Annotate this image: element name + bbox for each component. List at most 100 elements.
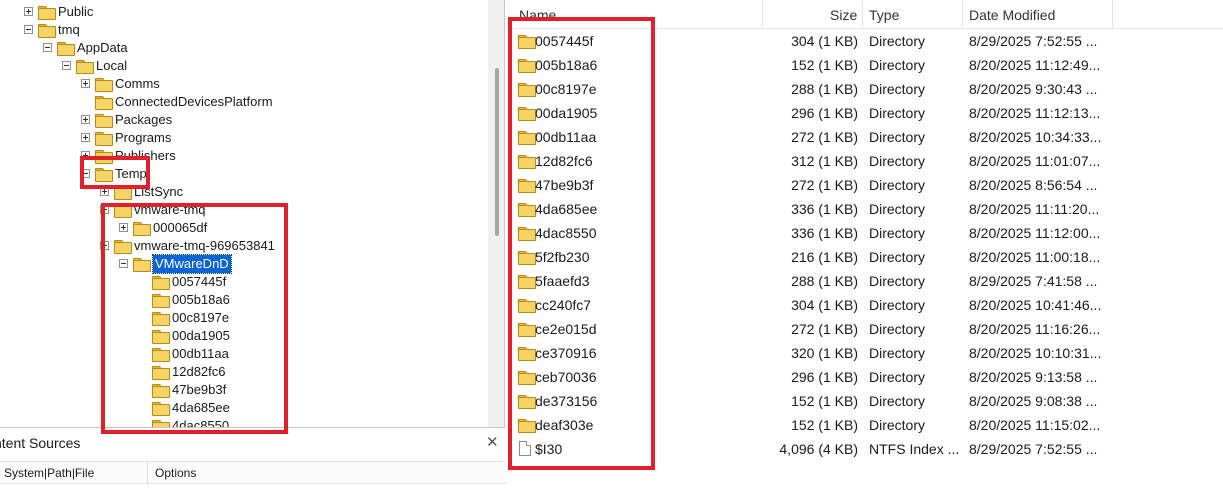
list-item[interactable]: 005b18a6 152 (1 KB) Directory 8/20/2025 11:…: [510, 53, 1223, 77]
tree-item[interactable]: vmware-tmq-969653841: [0, 237, 488, 255]
list-item[interactable]: ce2e015d 272 (1 KB) Directory 8/20/2025 11:…: [510, 317, 1223, 341]
tree-item[interactable]: Packages: [0, 111, 488, 129]
tree-item[interactable]: AppData: [0, 39, 488, 57]
tree-item[interactable]: Local: [0, 57, 488, 75]
tree-item[interactable]: Comms: [0, 75, 488, 93]
collapse-icon[interactable]: [100, 205, 109, 214]
tree-item-label: 00c8197e: [172, 310, 230, 325]
tree-item[interactable]: ListSync: [0, 183, 488, 201]
tree-item[interactable]: 4dac8550: [0, 417, 488, 427]
collapse-icon[interactable]: [62, 61, 71, 70]
column-divider[interactable]: [762, 0, 763, 29]
tree-item-label: ListSync: [134, 184, 184, 199]
tree-item[interactable]: 00c8197e: [0, 309, 488, 327]
collapse-icon[interactable]: [119, 259, 128, 268]
date-modified-cell: 8/20/2025 11:12:13...: [969, 105, 1101, 121]
folder-icon: [38, 6, 56, 20]
type-cell: Directory: [869, 201, 926, 217]
name-cell: 00da1905: [535, 105, 598, 121]
tree-item[interactable]: 47be9b3f: [0, 381, 488, 399]
folder-icon: [518, 107, 536, 121]
expand-icon[interactable]: [81, 115, 90, 124]
tree-item-label: 4dac8550: [172, 418, 230, 427]
tree-item[interactable]: Publishers: [0, 147, 488, 165]
type-cell: Directory: [869, 57, 926, 73]
type-cell: Directory: [869, 33, 926, 49]
column-header-name[interactable]: Name: [519, 7, 556, 23]
name-cell: 00db11aa: [535, 129, 597, 145]
tree-item[interactable]: 0057445f: [0, 273, 488, 291]
type-cell: Directory: [869, 345, 926, 361]
type-cell: Directory: [869, 177, 926, 193]
tree-item-label: 4da685ee: [172, 400, 230, 415]
size-cell: 296 (1 KB): [791, 369, 858, 385]
column-header-source-path[interactable]: e System|Path|File: [0, 466, 94, 480]
column-divider[interactable]: [862, 0, 863, 29]
expand-icon[interactable]: [24, 7, 33, 16]
tree-item[interactable]: vmware-tmq: [0, 201, 488, 219]
tree-item[interactable]: 00da1905: [0, 327, 488, 345]
tree-item[interactable]: Temp: [0, 165, 488, 183]
list-item[interactable]: ceb70036 296 (1 KB) Directory 8/20/2025 9:1…: [510, 365, 1223, 389]
tree-item[interactable]: 12d82fc6: [0, 363, 488, 381]
column-header-date-modified[interactable]: Date Modified: [969, 7, 1055, 23]
expand-icon[interactable]: [81, 151, 90, 160]
list-item[interactable]: 47be9b3f 272 (1 KB) Directory 8/20/2025 8:5…: [510, 173, 1223, 197]
type-cell: Directory: [869, 105, 926, 121]
list-item[interactable]: 00db11aa 272 (1 KB) Directory 8/20/2025 10:…: [510, 125, 1223, 149]
collapse-icon[interactable]: [24, 25, 33, 34]
tree-scrollbar[interactable]: [488, 0, 504, 427]
folder-icon: [518, 35, 536, 49]
folder-icon: [518, 251, 536, 265]
list-item[interactable]: cc240fc7 304 (1 KB) Directory 8/20/2025 10:…: [510, 293, 1223, 317]
folder-icon: [152, 420, 170, 427]
list-item[interactable]: 00c8197e 288 (1 KB) Directory 8/20/2025 9:3…: [510, 77, 1223, 101]
list-item[interactable]: 00da1905 296 (1 KB) Directory 8/20/2025 11:…: [510, 101, 1223, 125]
tree-item[interactable]: 00db11aa: [0, 345, 488, 363]
expand-icon[interactable]: [81, 133, 90, 142]
expand-icon[interactable]: [81, 79, 90, 88]
list-item[interactable]: 4da685ee 336 (1 KB) Directory 8/20/2025 11:…: [510, 197, 1223, 221]
tree-item[interactable]: Programs: [0, 129, 488, 147]
folder-icon: [95, 78, 113, 92]
date-modified-cell: 8/29/2025 7:52:55 ...: [969, 441, 1098, 457]
list-item[interactable]: 0057445f 304 (1 KB) Directory 8/29/2025 7:5…: [510, 29, 1223, 53]
close-icon[interactable]: ✕: [486, 433, 499, 451]
tree-item[interactable]: tmq: [0, 21, 488, 39]
date-modified-cell: 8/20/2025 11:11:20...: [969, 201, 1100, 217]
column-divider[interactable]: [1112, 0, 1113, 29]
tree-item[interactable]: VMwareDnD: [0, 254, 488, 274]
collapse-icon[interactable]: [100, 241, 109, 250]
tree-item-label: VMwareDnD: [152, 254, 232, 274]
column-header-size[interactable]: Size: [830, 7, 857, 23]
collapse-icon[interactable]: [43, 43, 52, 52]
list-item[interactable]: 5f2fb230 216 (1 KB) Directory 8/20/2025 11:…: [510, 245, 1223, 269]
list-item[interactable]: 12d82fc6 312 (1 KB) Directory 8/20/2025 11:…: [510, 149, 1223, 173]
folder-icon: [518, 395, 536, 409]
list-item[interactable]: $I30 4,096 (4 KB) NTFS Index ... 8/29/2025 …: [510, 437, 1223, 461]
expand-icon[interactable]: [100, 187, 109, 196]
column-divider[interactable]: [962, 0, 963, 29]
list-item[interactable]: de373156 152 (1 KB) Directory 8/20/2025 9:0…: [510, 389, 1223, 413]
column-header-type[interactable]: Type: [869, 7, 899, 23]
tree-item[interactable]: 000065df: [0, 219, 488, 237]
size-cell: 152 (1 KB): [791, 57, 858, 73]
expand-icon[interactable]: [119, 223, 128, 232]
folder-icon: [76, 60, 94, 74]
list-item[interactable]: 4dac8550 336 (1 KB) Directory 8/20/2025 11:…: [510, 221, 1223, 245]
column-divider[interactable]: [147, 462, 148, 485]
tree-scroll-thumb[interactable]: [495, 68, 499, 236]
tree-item[interactable]: 005b18a6: [0, 291, 488, 309]
tree-item-label: 005b18a6: [172, 292, 230, 307]
tree-item[interactable]: ConnectedDevicesPlatform: [0, 93, 488, 111]
list-item[interactable]: 5faaefd3 288 (1 KB) Directory 8/29/2025 7:4…: [510, 269, 1223, 293]
tree-item[interactable]: Public: [0, 3, 488, 21]
tree-item[interactable]: 4da685ee: [0, 399, 488, 417]
type-cell: Directory: [869, 153, 926, 169]
folder-icon: [518, 419, 536, 433]
folder-icon: [518, 59, 536, 73]
list-item[interactable]: deaf303e 152 (1 KB) Directory 8/20/2025 11:…: [510, 413, 1223, 437]
list-item[interactable]: ce370916 320 (1 KB) Directory 8/20/2025 10:…: [510, 341, 1223, 365]
collapse-icon[interactable]: [81, 169, 90, 178]
column-header-options[interactable]: Options: [155, 466, 196, 480]
